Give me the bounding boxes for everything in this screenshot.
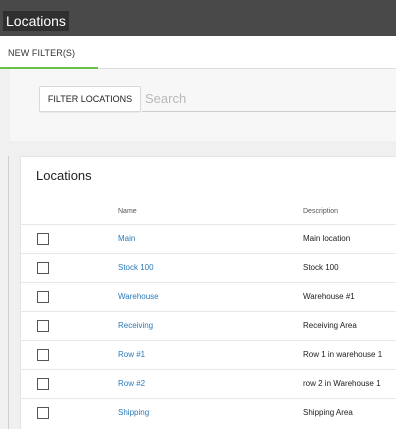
location-name-link[interactable]: Main (118, 234, 135, 243)
location-description: Receiving Area (303, 321, 357, 330)
filter-bar: FILTER LOCATIONS (10, 69, 396, 141)
search-input[interactable] (142, 86, 396, 112)
location-name-link[interactable]: Receiving (118, 321, 153, 330)
table-row: Main Main location (21, 224, 396, 253)
row-checkbox[interactable] (37, 233, 49, 245)
row-checkbox[interactable] (37, 378, 49, 390)
table-row: Row #2 row 2 in Warehouse 1 (21, 369, 396, 398)
locations-panel: Locations Name Description Main Main loc… (20, 156, 396, 429)
table-row: Row #1 Row 1 in warehouse 1 (21, 340, 396, 369)
row-checkbox[interactable] (37, 262, 49, 274)
divider (8, 156, 9, 429)
filter-tabs: NEW FILTER(S) (0, 36, 396, 69)
panel-title: Locations (36, 168, 92, 183)
table-row: Stock 100 Stock 100 (21, 253, 396, 282)
location-description: Shipping Area (303, 408, 353, 417)
location-description: row 2 in Warehouse 1 (303, 379, 381, 388)
location-name-link[interactable]: Row #1 (118, 350, 145, 359)
location-name-link[interactable]: Stock 100 (118, 263, 154, 272)
filter-locations-button[interactable]: FILTER LOCATIONS (39, 86, 141, 112)
row-checkbox[interactable] (37, 349, 49, 361)
location-description: Warehouse #1 (303, 292, 355, 301)
location-description: Main location (303, 234, 351, 243)
row-checkbox[interactable] (37, 291, 49, 303)
table-row: Receiving Receiving Area (21, 311, 396, 340)
location-name-link[interactable]: Warehouse (118, 292, 159, 301)
page-title: Locations (3, 11, 69, 31)
row-checkbox[interactable] (37, 407, 49, 419)
table-row: Warehouse Warehouse #1 (21, 282, 396, 311)
column-header-description[interactable]: Description (303, 208, 338, 215)
locations-page: Locations NEW FILTER(S) FILTER LOCATIONS… (0, 0, 396, 429)
location-description: Row 1 in warehouse 1 (303, 350, 383, 359)
tab-new-filters[interactable]: NEW FILTER(S) (0, 36, 98, 69)
location-name-link[interactable]: Row #2 (118, 379, 145, 388)
app-header: Locations (0, 0, 396, 36)
column-header-name[interactable]: Name (118, 208, 137, 215)
row-checkbox[interactable] (37, 320, 49, 332)
table-row: Shipping Shipping Area (21, 398, 396, 427)
location-name-link[interactable]: Shipping (118, 408, 149, 417)
location-description: Stock 100 (303, 263, 339, 272)
